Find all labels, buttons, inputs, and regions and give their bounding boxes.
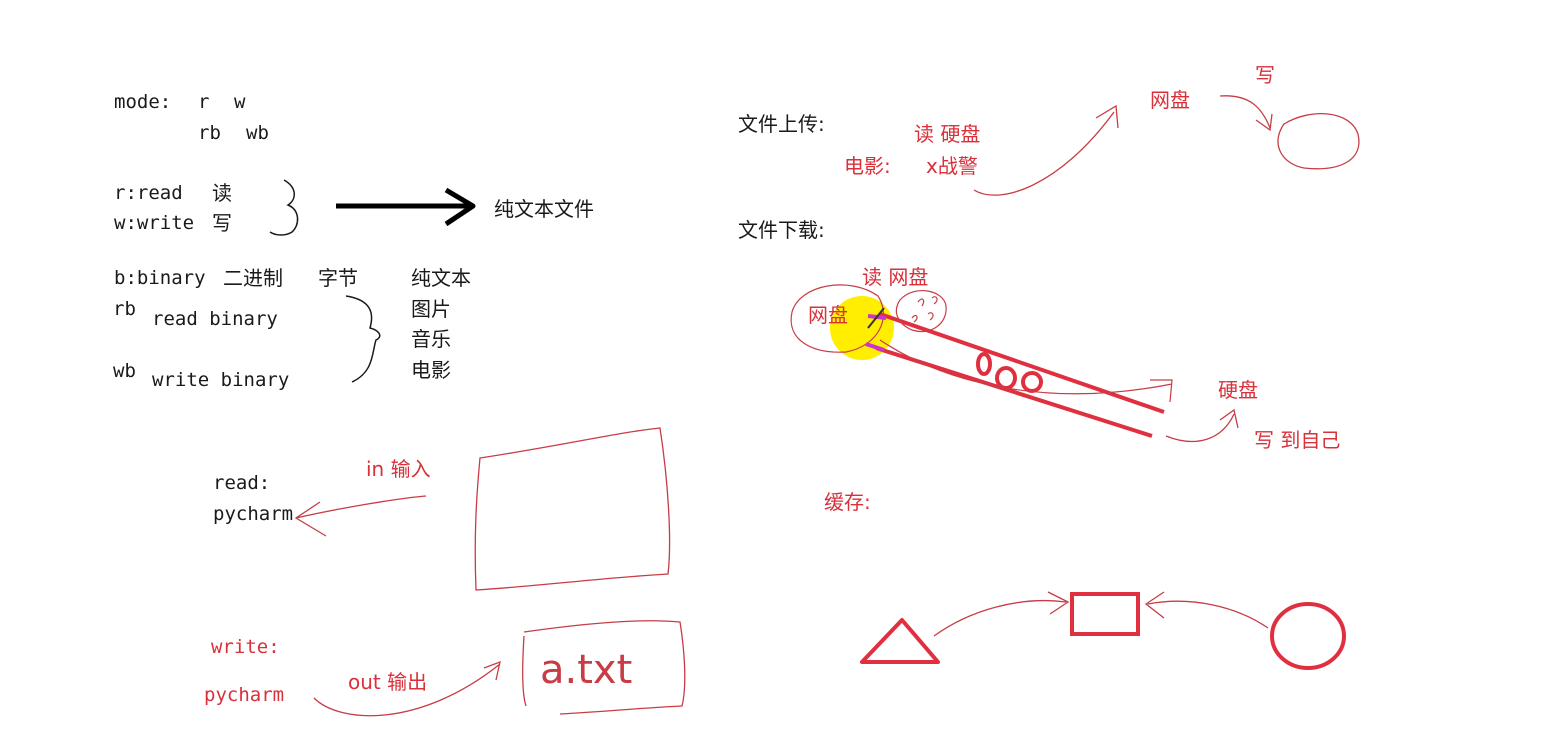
write-self-label: 写 到自己 [1254, 428, 1341, 452]
b-binary: b:binary [114, 267, 206, 289]
movie-title: x战警 [926, 154, 978, 178]
w-write: w:write [114, 212, 195, 234]
r-read: r:read [114, 182, 183, 204]
rb-label: rb [113, 298, 136, 320]
cache-label: 缓存: [824, 490, 871, 514]
mode-label: mode: [114, 91, 172, 113]
write-label: write: [211, 636, 280, 658]
read-label: read: [213, 472, 271, 494]
arrow-disk-write-self [1165, 408, 1239, 443]
arrow-upload-to-netdisk [973, 104, 1119, 196]
bytes-cn: 字节 [318, 266, 358, 290]
read-binary: read binary [152, 308, 278, 330]
cache-triangle [860, 618, 940, 664]
download-label: 文件下载: [738, 218, 825, 242]
brace-types [345, 295, 381, 383]
netdisk-top-label: 网盘 [1150, 88, 1190, 112]
write-cn: 写 [212, 211, 232, 235]
cache-circle [1270, 602, 1346, 670]
disk-right-label: 硬盘 [1218, 378, 1258, 402]
pycharm-write: pycharm [204, 684, 285, 706]
type-movie: 电影 [411, 358, 451, 382]
upload-target-circle [1277, 113, 1360, 170]
arrow-in-input [294, 495, 427, 537]
type-image: 图片 [411, 297, 451, 321]
input-box [474, 427, 671, 591]
write-binary: write binary [152, 369, 290, 391]
file-blob [895, 290, 947, 333]
read-cn: 读 [212, 181, 232, 205]
read-disk-label: 读 硬盘 [914, 122, 981, 146]
write-top-label: 写 [1255, 63, 1275, 87]
mode-r: r [198, 91, 210, 113]
arrow-circle-to-rect [1144, 591, 1269, 629]
file-name-a-txt: a.txt [540, 647, 633, 693]
packet-2 [995, 366, 1017, 390]
arrow-download-curve [879, 339, 1173, 403]
mode-w: w [234, 91, 246, 113]
out-output-label: out 输出 [348, 670, 428, 694]
sketch-layer [269, 95, 1360, 717]
netdisk-left-label: 网盘 [808, 303, 848, 327]
cache-rectangle [1070, 592, 1140, 636]
packet-3 [1021, 371, 1043, 393]
type-plain-text: 纯文本 [411, 266, 471, 290]
wb-label: wb [113, 360, 136, 382]
whiteboard-canvas: mode: r w rb wb r:read 读 w:write 写 纯文本文件… [0, 0, 1542, 734]
read-netdisk-label: 读 网盘 [862, 265, 929, 289]
brace-rw [269, 179, 299, 236]
pycharm-read: pycharm [213, 503, 294, 525]
mode-rb: rb [198, 122, 221, 144]
upload-label: 文件上传: [738, 112, 825, 136]
arrow-triangle-to-rect [933, 591, 1070, 637]
binary-cn: 二进制 [223, 266, 283, 290]
arrow-netdisk-write [1219, 95, 1273, 132]
blob-marks [911, 296, 938, 323]
in-input-label: in 输入 [366, 457, 431, 481]
packet-1 [976, 352, 992, 376]
movie-label: 电影: [844, 154, 891, 178]
mode-wb: wb [246, 122, 269, 144]
plain-text-file: 纯文本文件 [494, 197, 594, 221]
type-music: 音乐 [411, 327, 451, 351]
